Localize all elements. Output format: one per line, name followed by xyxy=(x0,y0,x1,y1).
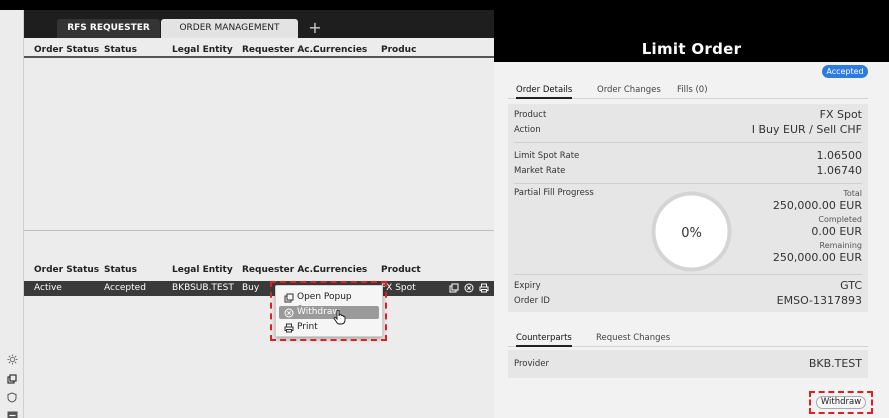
provider-value: BKB.TEST xyxy=(808,357,862,370)
column-product[interactable]: Produc xyxy=(381,42,416,58)
tab-rfs-requester[interactable]: RFS REQUESTER xyxy=(57,19,160,38)
order-blotter: Order Status Status Legal Entity Request… xyxy=(24,38,494,418)
action-row: Action I Buy EUR / Sell CHF xyxy=(514,124,862,136)
column-requester-account[interactable]: Requester Ac... xyxy=(242,42,320,58)
market-rate-label: Market Rate xyxy=(514,166,566,176)
withdraw-icon[interactable] xyxy=(463,282,475,294)
row-actions xyxy=(448,282,490,295)
table-header: Order Status Status Legal Entity Request… xyxy=(24,42,494,58)
tab-order-details[interactable]: Order Details xyxy=(516,83,573,99)
add-tab-button[interactable]: + xyxy=(306,19,324,37)
link-icon[interactable] xyxy=(5,408,19,418)
expiry-value: GTC xyxy=(840,279,862,292)
highlight-context-menu xyxy=(270,281,387,341)
workspace-tabs: RFS REQUESTER ORDER MANAGEMENT + xyxy=(24,10,494,38)
limit-rate-value: 1.06500 xyxy=(816,149,863,162)
column-status[interactable]: Status xyxy=(104,42,137,58)
table-row[interactable]: Active Accepted BKBSUB.TEST Buy FX Spot xyxy=(24,281,494,296)
product-label: Product xyxy=(514,110,547,120)
counterparts-card: Provider BKB.TEST xyxy=(508,350,868,378)
column-requester-account[interactable]: Requester Ac... xyxy=(242,262,320,278)
partial-fill-label: Partial Fill Progress xyxy=(514,188,594,198)
market-rate-value: 1.06740 xyxy=(816,164,863,177)
expiry-row: Expiry GTC xyxy=(514,280,862,292)
column-status[interactable]: Status xyxy=(104,262,137,278)
divider xyxy=(514,142,862,143)
completed-value: 0.00 EUR xyxy=(811,225,862,238)
order-id-row: Order ID EMSO-1317893 xyxy=(514,295,862,307)
cell-order-status: Active xyxy=(34,283,62,293)
total-label: Total xyxy=(843,189,862,198)
cell-status: Accepted xyxy=(104,283,146,293)
divider xyxy=(514,183,862,184)
panel-title: Limit Order xyxy=(641,40,742,58)
settings-icon[interactable] xyxy=(5,352,19,366)
copy-icon[interactable] xyxy=(5,372,19,386)
partial-fill-gauge: 0% xyxy=(651,191,732,272)
print-icon[interactable] xyxy=(478,282,490,294)
column-legal-entity[interactable]: Legal Entity xyxy=(172,42,233,58)
status-badge: Accepted xyxy=(822,65,868,78)
highlight-withdraw-button xyxy=(809,391,873,414)
provider-label: Provider xyxy=(514,359,549,369)
remaining-value: 250,000.00 EUR xyxy=(772,251,862,264)
order-id-label: Order ID xyxy=(514,296,550,306)
column-currencies[interactable]: Currencies xyxy=(313,42,367,58)
table-header-lower: Order Status Status Legal Entity Request… xyxy=(24,262,494,278)
limit-order-panel: Limit Order Accepted Order Details Order… xyxy=(494,10,889,418)
popup-icon[interactable] xyxy=(448,282,460,294)
action-value: I Buy EUR / Sell CHF xyxy=(751,123,862,136)
tab-order-management[interactable]: ORDER MANAGEMENT xyxy=(161,19,298,38)
top-bar xyxy=(0,0,889,10)
panel-header: Limit Order xyxy=(494,10,889,62)
shield-icon[interactable] xyxy=(5,390,19,404)
expiry-label: Expiry xyxy=(514,281,541,291)
order-detail-tabs: Order Details Order Changes Fills (0) xyxy=(508,83,868,99)
cell-legal-entity: BKBSUB.TEST xyxy=(172,283,234,293)
completed-label: Completed xyxy=(818,215,862,224)
column-currencies[interactable]: Currencies xyxy=(313,262,367,278)
order-id-value: EMSO-1317893 xyxy=(776,294,862,307)
pane-divider[interactable] xyxy=(24,230,494,231)
column-order-status[interactable]: Order Status xyxy=(34,262,99,278)
product-row: Product FX Spot xyxy=(514,109,862,121)
action-label: Action xyxy=(514,125,541,135)
limit-rate-label: Limit Spot Rate xyxy=(514,151,580,161)
counterpart-tabs: Counterparts Request Changes xyxy=(508,331,868,347)
market-rate-row: Market Rate 1.06740 xyxy=(514,165,862,177)
limit-rate-row: Limit Spot Rate 1.06500 xyxy=(514,150,862,162)
tab-order-changes[interactable]: Order Changes xyxy=(597,83,661,97)
provider-row: Provider BKB.TEST xyxy=(514,358,862,370)
cell-requester: Buy xyxy=(242,283,260,293)
fill-totals: Total 250,000.00 EUR Completed 0.00 EUR … xyxy=(773,188,862,264)
divider xyxy=(514,274,862,275)
column-order-status[interactable]: Order Status xyxy=(34,42,99,58)
total-value: 250,000.00 EUR xyxy=(772,199,862,212)
column-product[interactable]: Product xyxy=(381,262,421,278)
product-value: FX Spot xyxy=(819,108,862,121)
partial-fill-percent: 0% xyxy=(681,226,702,241)
tab-fills[interactable]: Fills (0) xyxy=(677,83,708,97)
column-legal-entity[interactable]: Legal Entity xyxy=(172,262,233,278)
tab-counterparts[interactable]: Counterparts xyxy=(516,331,572,347)
tab-request-changes[interactable]: Request Changes xyxy=(596,331,670,345)
left-toolbar xyxy=(0,10,24,418)
remaining-label: Remaining xyxy=(819,241,862,250)
order-details-card: Product FX Spot Action I Buy EUR / Sell … xyxy=(508,104,868,312)
